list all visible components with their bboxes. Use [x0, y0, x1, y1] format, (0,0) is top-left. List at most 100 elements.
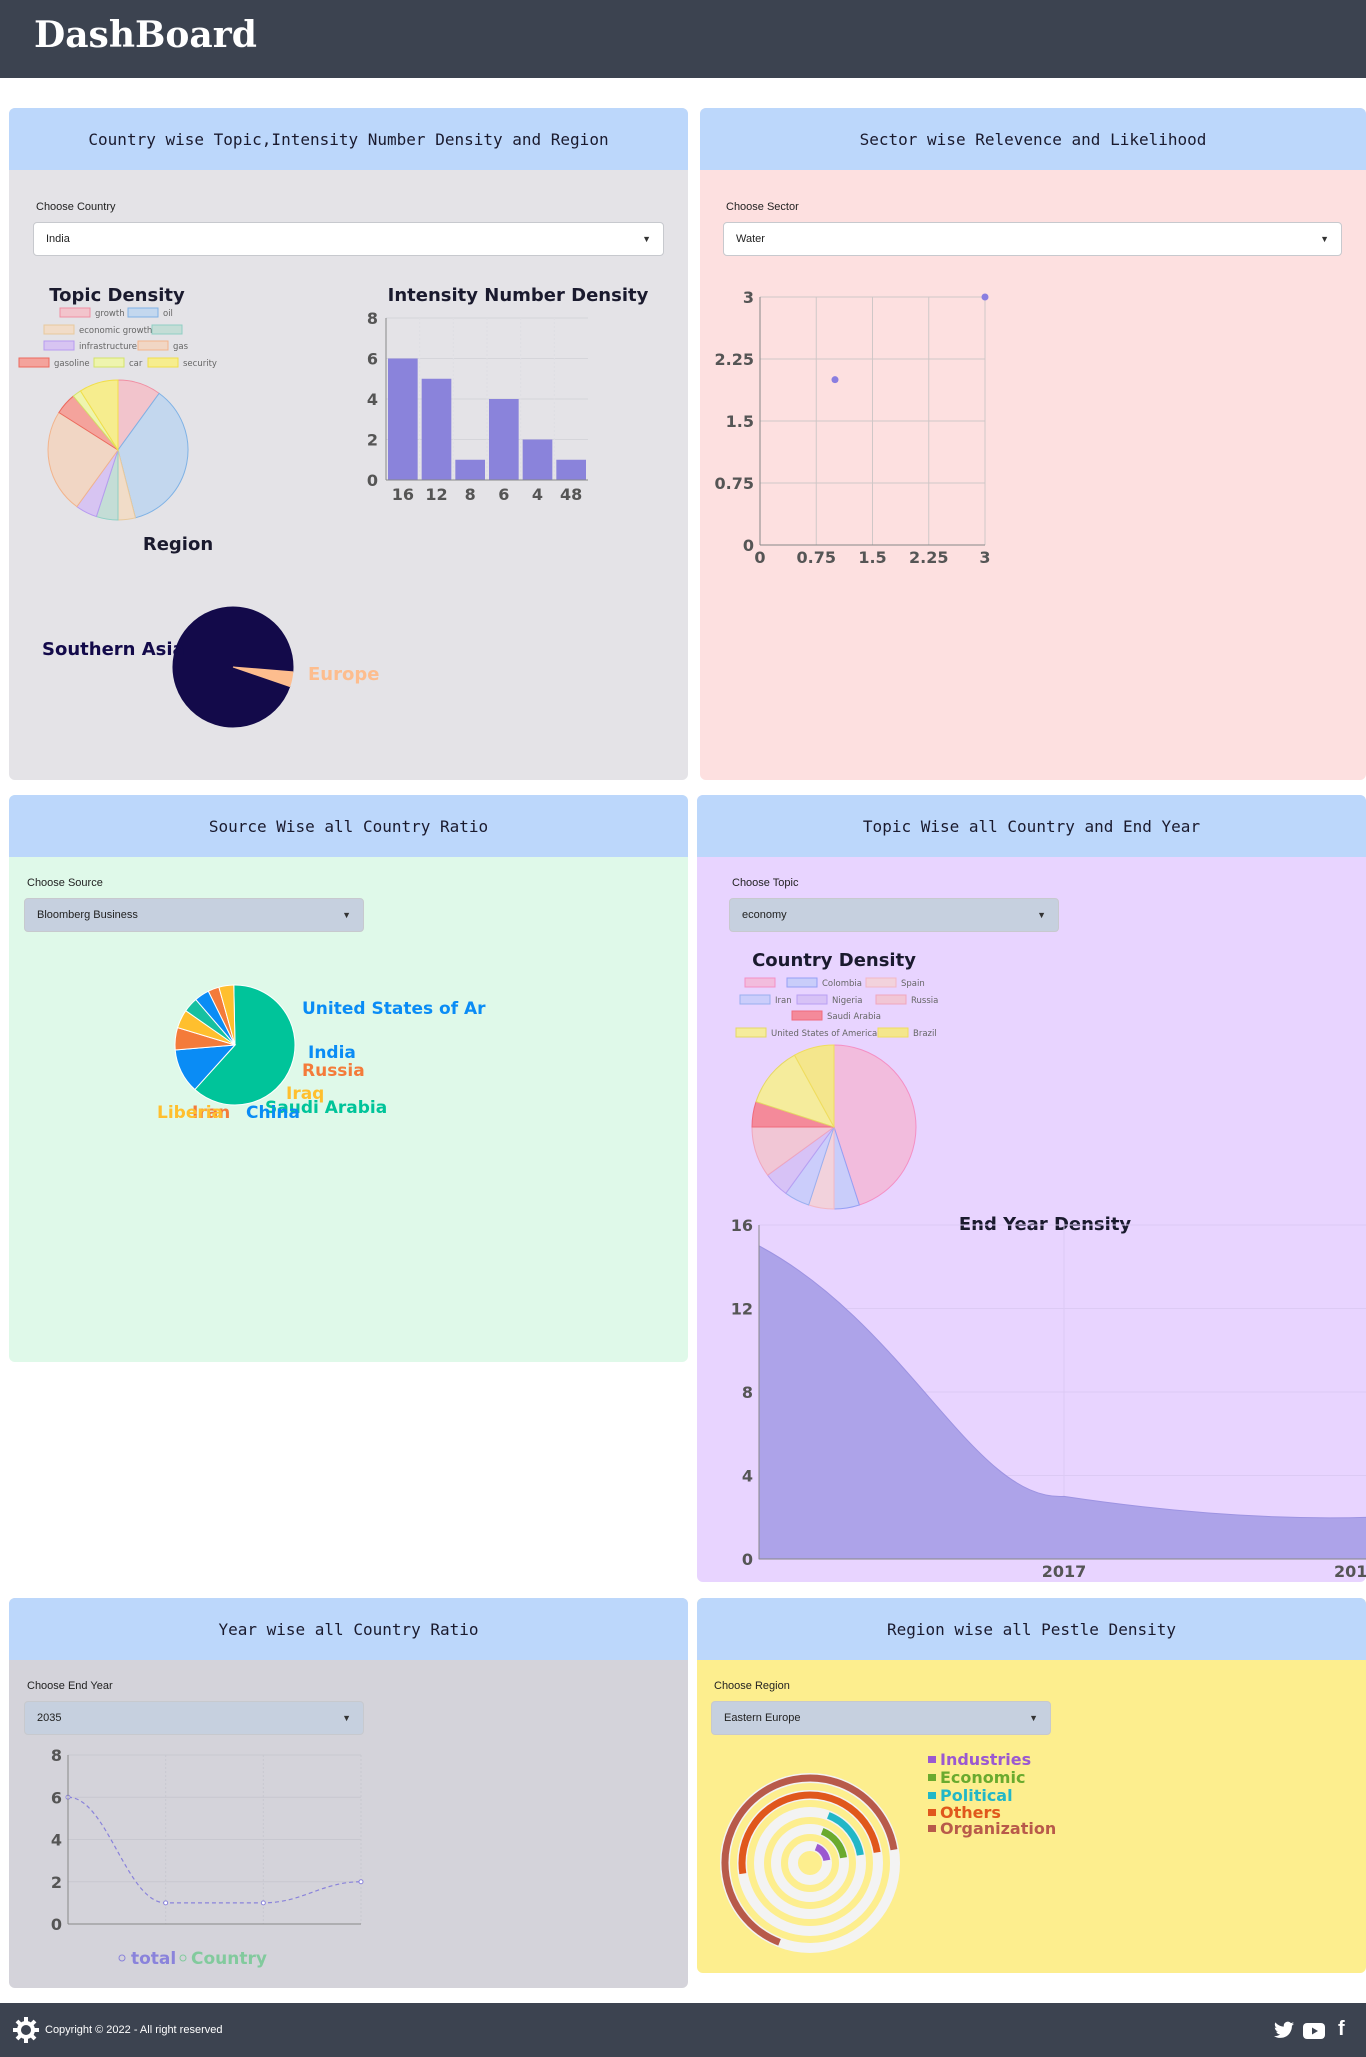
country-legend-swatch	[877, 1027, 909, 1038]
country-legend-swatch	[875, 994, 907, 1005]
scatter-y-tick: 3	[743, 288, 754, 307]
year-y-tick: 6	[51, 1788, 62, 1807]
intensity-bar	[388, 358, 418, 480]
scatter-y-tick: 0.75	[715, 474, 754, 493]
pestle-legend-label: Organization	[940, 1819, 1056, 1838]
region-label-southern-asia: Southern Asia	[42, 639, 185, 660]
scatter-y-tick: 1.5	[726, 412, 754, 431]
topic-legend-label: gasoline	[54, 359, 90, 369]
intensity-bar	[522, 439, 553, 480]
intensity-y-tick: 0	[367, 471, 378, 490]
country-legend-label: Iran	[775, 996, 792, 1006]
country-legend-swatch	[739, 994, 771, 1005]
scatter-point	[831, 376, 839, 384]
country-legend-swatch	[791, 1010, 823, 1021]
topic-legend-label: car	[129, 359, 143, 369]
country-legend-label: United States of America	[771, 1029, 877, 1039]
topic-legend-swatch	[93, 357, 125, 368]
year-y-tick: 4	[51, 1831, 62, 1850]
intensity-y-tick: 4	[367, 390, 378, 409]
topic-legend-swatch	[151, 324, 183, 335]
country-legend-label: Brazil	[913, 1029, 937, 1039]
gear-logo-icon	[13, 2017, 39, 2043]
intensity-bar	[556, 459, 586, 480]
topic-legend-label: infrastructure	[79, 342, 137, 352]
source-pie-label: Russia	[302, 1061, 365, 1081]
pestle-legend-swatch	[928, 1756, 936, 1763]
year-legend-country-marker	[179, 1954, 187, 1962]
intensity-x-tick: 16	[392, 485, 414, 504]
country-legend-swatch	[744, 977, 776, 988]
topic-legend-swatch	[137, 340, 169, 351]
year-point	[358, 1879, 364, 1885]
topic-legend-label: gas	[173, 342, 189, 352]
end-year-y-tick: 4	[742, 1467, 753, 1486]
scatter-point	[981, 293, 989, 301]
year-y-tick: 8	[51, 1746, 62, 1765]
scatter-x-tick: 2.25	[909, 548, 948, 567]
country-legend-label: Nigeria	[832, 996, 862, 1006]
facebook-icon[interactable]: f	[1338, 2018, 1345, 2041]
copyright-text: Copyright © 2022 - All right reserved	[45, 2024, 223, 2036]
end-year-x-tick: 201	[1334, 1562, 1366, 1581]
country-density-title: Country Density	[752, 950, 916, 971]
pestle-legend-swatch	[928, 1809, 936, 1816]
pestle-legend-label: Industries	[940, 1750, 1031, 1769]
topic-legend-label: economic growth	[79, 326, 152, 336]
scatter-y-tick: 0	[743, 536, 754, 555]
country-legend-label: Russia	[911, 996, 938, 1006]
pestle-legend-swatch	[928, 1792, 936, 1799]
intensity-x-tick: 8	[465, 485, 476, 504]
source-pie-label: Liberia	[157, 1103, 223, 1123]
pestle-legend-swatch	[928, 1774, 936, 1781]
scatter-x-tick: 3	[979, 548, 990, 567]
footer: Copyright © 2022 - All right reserved f	[0, 2003, 1366, 2057]
intensity-y-tick: 2	[367, 431, 378, 450]
end-year-x-tick: 2017	[1042, 1562, 1087, 1581]
topic-legend-swatch	[147, 357, 179, 368]
year-line	[67, 1796, 362, 1904]
year-legend-total-marker	[118, 1954, 126, 1962]
twitter-icon[interactable]	[1274, 2021, 1294, 2039]
intensity-y-tick: 6	[367, 350, 378, 369]
region-label-europe: Europe	[308, 664, 379, 685]
source-pie-label: United States of Ar	[302, 999, 486, 1019]
country-legend-swatch	[796, 994, 828, 1005]
end-year-y-tick: 12	[731, 1300, 753, 1319]
scatter-x-tick: 1.5	[858, 548, 886, 567]
year-legend-total: total	[131, 1949, 176, 1969]
topic-legend-label: security	[183, 359, 217, 369]
topic-legend-swatch	[127, 307, 159, 318]
end-year-area	[758, 1245, 1366, 1560]
country-legend-label: Saudi Arabia	[827, 1012, 881, 1022]
intensity-title: Intensity Number Density	[388, 285, 649, 306]
topic-legend-swatch	[18, 357, 50, 368]
country-legend-label: Spain	[901, 979, 925, 989]
charts-layer: Topic Density growth oil economic growth inf…	[18, 285, 1366, 1969]
scatter-x-tick: 0	[754, 548, 765, 567]
end-year-y-tick: 8	[742, 1383, 753, 1402]
scatter-x-tick: 0.75	[797, 548, 836, 567]
year-y-tick: 0	[51, 1915, 62, 1934]
intensity-bar	[455, 459, 485, 480]
pestle-legend-swatch	[928, 1825, 936, 1832]
source-pie-label: India	[308, 1043, 356, 1063]
region-title: Region	[143, 534, 213, 555]
year-point	[260, 1900, 266, 1906]
intensity-x-tick: 48	[560, 485, 582, 504]
country-legend-swatch	[865, 977, 897, 988]
intensity-bar	[421, 378, 452, 480]
year-legend-country: Country	[191, 1949, 267, 1969]
youtube-icon[interactable]	[1303, 2023, 1325, 2039]
year-point	[163, 1900, 169, 1906]
topic-legend-swatch	[43, 324, 75, 335]
year-y-tick: 2	[51, 1873, 62, 1892]
topic-legend-label: oil	[163, 309, 173, 319]
scatter-y-tick: 2.25	[715, 350, 754, 369]
intensity-bar	[489, 399, 519, 480]
topic-density-title: Topic Density	[49, 285, 185, 306]
intensity-x-tick: 12	[425, 485, 447, 504]
country-legend-label: Colombia	[822, 979, 862, 989]
intensity-y-tick: 8	[367, 309, 378, 328]
intensity-x-tick: 6	[498, 485, 509, 504]
